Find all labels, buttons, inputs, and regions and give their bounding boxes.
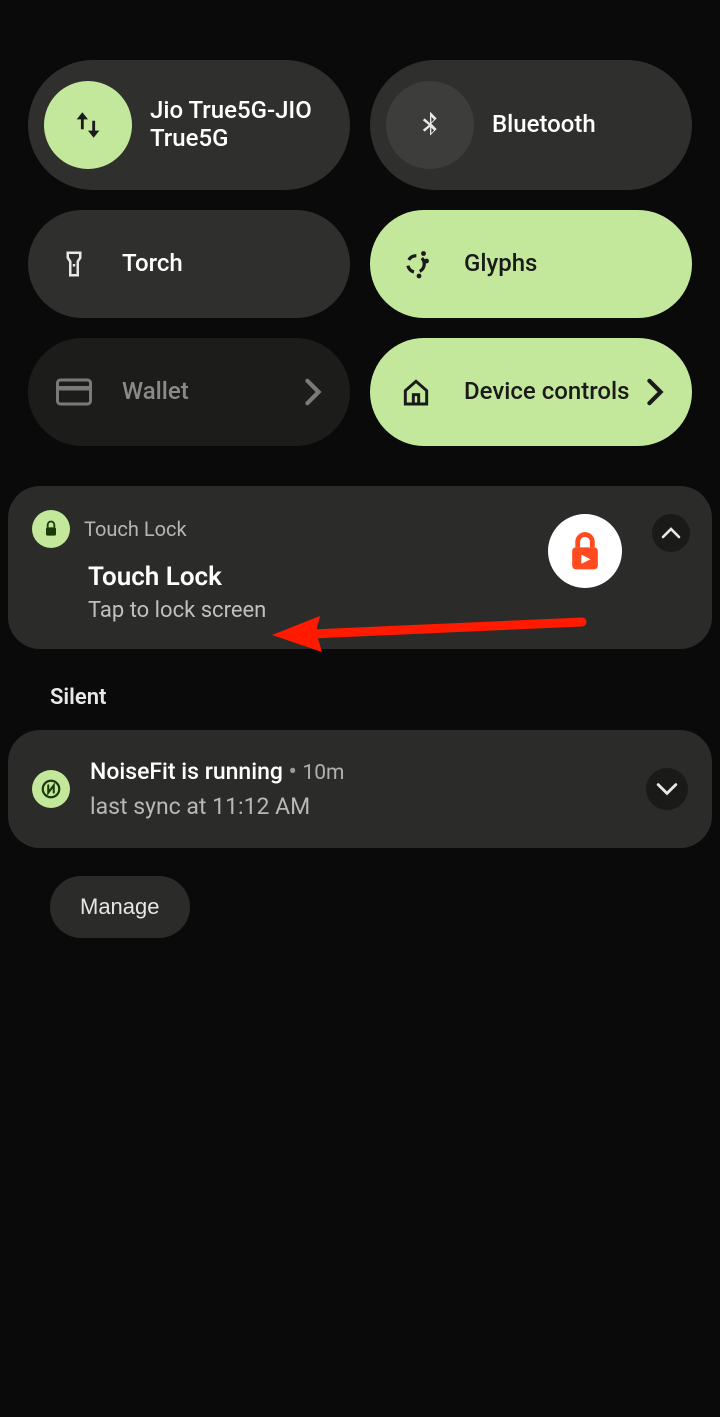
qs-tile-label: Device controls [464,378,630,406]
notification-touch-lock[interactable]: Touch Lock Touch Lock Tap to lock screen [8,486,712,649]
qs-tile-torch[interactable]: Torch [28,210,350,318]
notification-noisefit[interactable]: NoiseFit is running • 10m last sync at 1… [8,730,712,848]
wallet-icon [44,378,104,406]
section-header-silent: Silent [50,685,712,710]
torch-icon [44,247,104,281]
noisefit-icon [32,770,70,808]
manage-button[interactable]: Manage [50,876,190,938]
collapse-button[interactable] [652,514,690,552]
qs-tile-device-controls[interactable]: Device controls [370,338,692,446]
expand-button[interactable] [646,768,688,810]
glyphs-icon [386,246,446,282]
notification-app-name: Touch Lock [84,517,187,541]
qs-tile-label: Bluetooth [492,111,596,139]
qs-tile-bluetooth[interactable]: Bluetooth [370,60,692,190]
qs-tile-glyphs[interactable]: Glyphs [370,210,692,318]
qs-tile-label: Torch [122,250,183,278]
chevron-right-icon [646,378,664,406]
mobile-data-icon [44,81,132,169]
bluetooth-icon [386,81,474,169]
notification-subtitle: Tap to lock screen [88,598,688,623]
qs-tile-label: Glyphs [464,250,537,278]
chevron-right-icon [304,378,322,406]
app-large-icon [548,514,622,588]
notification-title-line: NoiseFit is running • 10m [90,758,626,785]
notification-subtitle: last sync at 11:12 AM [90,793,626,820]
qs-tile-label: Wallet [122,378,189,406]
qs-tile-wallet[interactable]: Wallet [28,338,350,446]
lock-icon [32,510,70,548]
qs-tile-mobile-data[interactable]: Jio True5G-JIO True5G [28,60,350,190]
home-icon [386,376,446,408]
qs-tile-label: Jio True5G-JIO True5G [150,97,326,152]
